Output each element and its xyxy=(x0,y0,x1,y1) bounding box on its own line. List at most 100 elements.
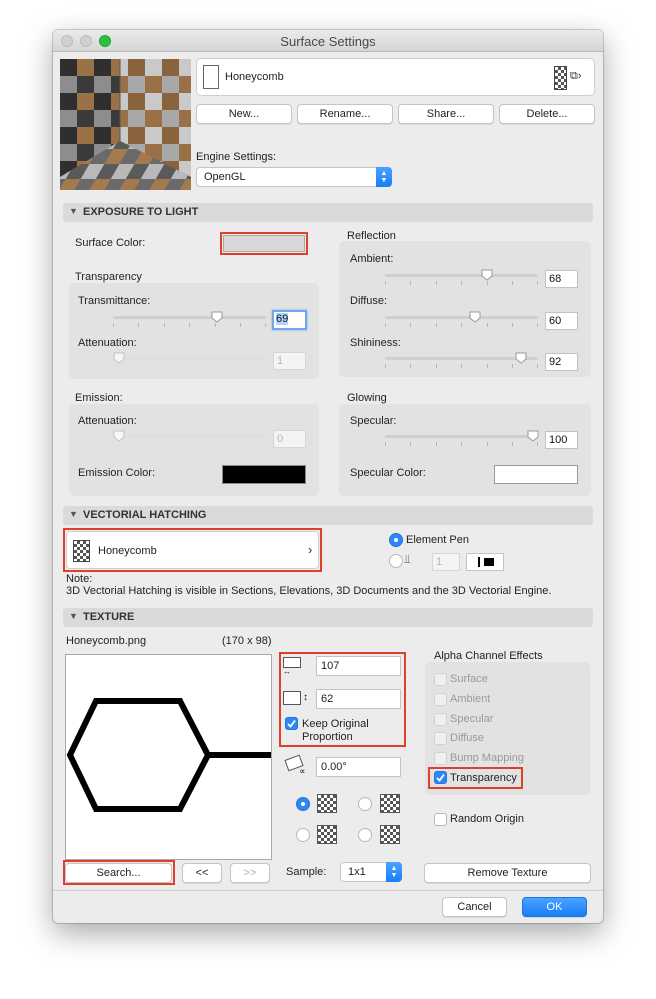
transparency-attenuation-slider-thumb[interactable] xyxy=(113,352,125,364)
random-origin-checkbox[interactable] xyxy=(434,813,447,826)
specular-input[interactable]: 100 xyxy=(545,431,578,449)
image-chevron-icon: ⧉› xyxy=(570,70,582,82)
glowing-title: Glowing xyxy=(347,392,387,404)
diffuse-label: Diffuse: xyxy=(350,295,388,307)
ambient-input[interactable]: 68 xyxy=(545,270,578,288)
emission-color-label: Emission Color: xyxy=(78,467,156,479)
remove-texture-button[interactable]: Remove Texture xyxy=(424,863,591,883)
transmittance-input[interactable]: 69 xyxy=(272,310,307,330)
emission-attenuation-label: Attenuation: xyxy=(78,415,137,427)
disclosure-triangle-icon: ▼ xyxy=(69,509,78,519)
transmittance-slider-track[interactable] xyxy=(113,316,266,319)
disclosure-triangle-icon: ▼ xyxy=(69,611,78,621)
surface-preview-render xyxy=(60,59,191,190)
ok-button[interactable]: OK xyxy=(522,897,587,917)
footer-divider xyxy=(53,890,603,891)
shininess-slider-thumb[interactable] xyxy=(515,352,527,364)
engine-select[interactable]: OpenGL ▲ ▼ xyxy=(196,167,392,187)
diffuse-ticks xyxy=(385,323,538,327)
custom-pen-radio[interactable] xyxy=(389,554,403,568)
emission-attenuation-slider-track[interactable] xyxy=(113,435,266,438)
texture-origin-2-icon xyxy=(380,794,400,813)
highlight-box xyxy=(279,652,406,747)
honeycomb-hatch-icon xyxy=(554,66,567,90)
emission-attenuation-input[interactable]: 0 xyxy=(273,430,306,448)
shininess-ticks xyxy=(385,364,538,368)
diffuse-input[interactable]: 60 xyxy=(545,312,578,330)
random-origin-label: Random Origin xyxy=(450,813,524,825)
pen-weight-icon xyxy=(478,557,480,567)
texture-origin-4-icon xyxy=(380,825,400,844)
new-button[interactable]: New... xyxy=(196,104,292,124)
transparency-attenuation-input[interactable]: 1 xyxy=(273,352,306,370)
specular-slider-thumb[interactable] xyxy=(527,430,539,442)
texture-angle-input[interactable]: 0.00° xyxy=(316,757,401,777)
element-pen-radio[interactable] xyxy=(389,533,403,547)
window-title: Surface Settings xyxy=(280,34,376,49)
shininess-input[interactable]: 92 xyxy=(545,353,578,371)
pen-number-input[interactable]: 1 xyxy=(432,553,460,571)
diffuse-slider-track[interactable] xyxy=(385,316,538,319)
transparency-attenuation-slider-track[interactable] xyxy=(113,357,266,360)
transmittance-slider-thumb[interactable] xyxy=(211,311,223,323)
pen-color-box[interactable] xyxy=(466,553,504,571)
rename-button[interactable]: Rename... xyxy=(297,104,393,124)
share-button[interactable]: Share... xyxy=(398,104,494,124)
cancel-button[interactable]: Cancel xyxy=(442,897,507,917)
next-texture-button[interactable]: >> xyxy=(230,863,270,883)
transmittance-ticks xyxy=(113,323,266,327)
transmittance-value: 69 xyxy=(276,313,289,325)
hatching-section-header[interactable]: ▼ VECTORIAL HATCHING xyxy=(63,506,593,525)
alpha-ambient-checkbox[interactable] xyxy=(434,693,447,706)
alpha-bump-mapping-label: Bump Mapping xyxy=(450,752,524,764)
alpha-diffuse-label: Diffuse xyxy=(450,732,485,744)
shininess-label: Shininess: xyxy=(350,337,401,349)
alpha-specular-label: Specular xyxy=(450,713,494,725)
surface-settings-window: Surface Settings Honeycomb ⧉› New... Ren… xyxy=(53,30,603,923)
texture-origin-3-icon xyxy=(317,825,337,844)
specular-color-swatch[interactable] xyxy=(494,465,578,484)
texture-section-title: TEXTURE xyxy=(83,611,135,623)
previous-texture-button[interactable]: << xyxy=(182,863,222,883)
popup-arrows-icon: ▲ ▼ xyxy=(376,167,392,187)
emission-color-swatch[interactable] xyxy=(222,465,306,484)
highlight-box xyxy=(220,232,308,255)
alpha-surface-checkbox[interactable] xyxy=(434,673,447,686)
alpha-bump-mapping-checkbox[interactable] xyxy=(434,752,447,765)
sample-select[interactable]: 1x1 ▲ ▼ xyxy=(340,862,402,882)
alpha-diffuse-checkbox[interactable] xyxy=(434,732,447,745)
sample-value: 1x1 xyxy=(348,866,366,878)
diffuse-slider-thumb[interactable] xyxy=(469,311,481,323)
highlight-box xyxy=(428,767,523,789)
alpha-effects-title: Alpha Channel Effects xyxy=(434,650,543,662)
texture-preview xyxy=(65,654,272,860)
origin-option-3-radio[interactable] xyxy=(296,828,310,842)
surface-swatch xyxy=(203,65,219,89)
emission-attenuation-slider-thumb[interactable] xyxy=(113,430,125,442)
alpha-ambient-label: Ambient xyxy=(450,693,491,705)
origin-option-4-radio[interactable] xyxy=(358,828,372,842)
alpha-specular-checkbox[interactable] xyxy=(434,713,447,726)
note-text: 3D Vectorial Hatching is visible in Sect… xyxy=(66,585,552,597)
surface-name: Honeycomb xyxy=(225,71,284,83)
texture-dimensions: (170 x 98) xyxy=(222,635,272,647)
disclosure-triangle-icon: ▼ xyxy=(69,206,78,216)
specular-slider-track[interactable] xyxy=(385,435,538,438)
specular-label: Specular: xyxy=(350,415,397,427)
highlight-box xyxy=(63,528,322,572)
texture-section-header[interactable]: ▼ TEXTURE xyxy=(63,608,593,627)
ambient-slider-track[interactable] xyxy=(385,274,538,277)
popup-arrows-icon: ▲ ▼ xyxy=(386,862,402,882)
emission-title: Emission: xyxy=(75,392,123,404)
sample-label: Sample: xyxy=(286,866,327,878)
exposure-section-header[interactable]: ▼ EXPOSURE TO LIGHT xyxy=(63,203,593,222)
alpha-surface-label: Surface xyxy=(450,673,488,685)
origin-option-1-radio[interactable] xyxy=(296,797,310,811)
ambient-slider-thumb[interactable] xyxy=(481,269,493,281)
delete-button[interactable]: Delete... xyxy=(499,104,595,124)
transmittance-label: Transmittance: xyxy=(78,295,151,307)
origin-option-2-radio[interactable] xyxy=(358,797,372,811)
texture-file-name: Honeycomb.png xyxy=(66,635,147,647)
title-bar: Surface Settings xyxy=(53,30,603,52)
surface-name-selector[interactable]: Honeycomb ⧉› xyxy=(196,58,595,96)
